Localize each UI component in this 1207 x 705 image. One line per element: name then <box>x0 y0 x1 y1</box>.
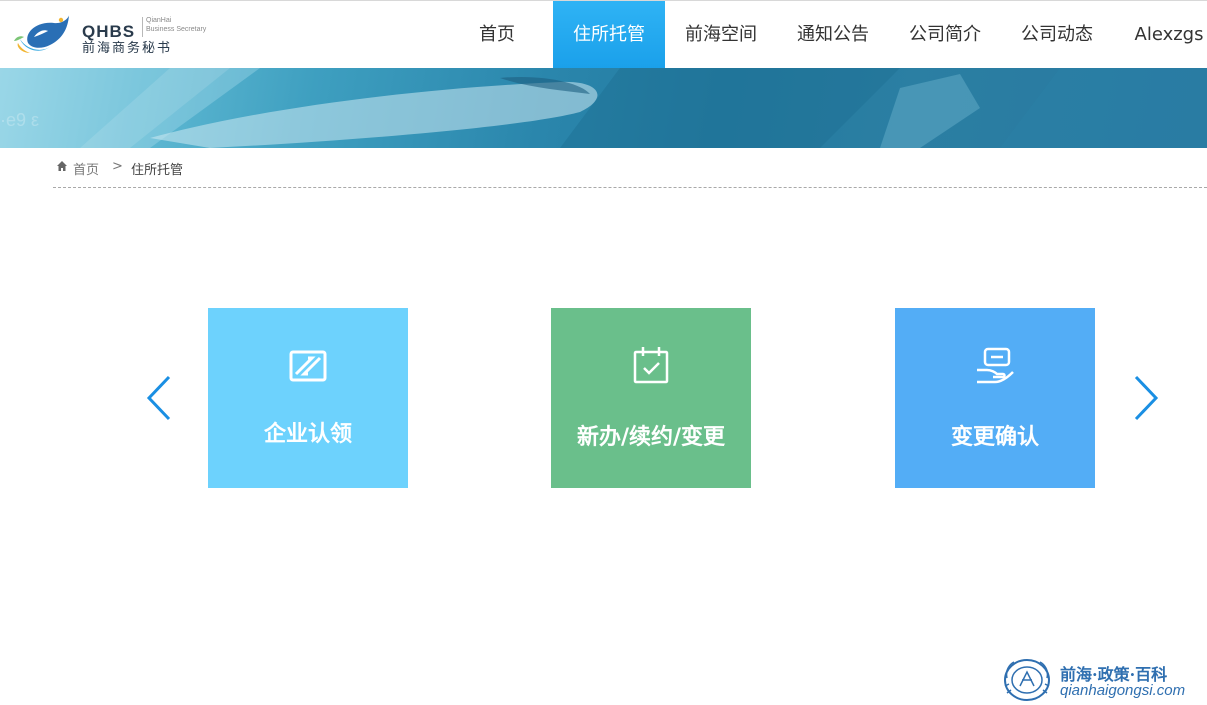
card-label: 新办/续约/变更 <box>551 424 751 452</box>
banner-image: ·e9 ε <box>0 68 1207 148</box>
logo-name-en-line2: Business Secretary <box>146 25 206 34</box>
refresh-card-icon <box>286 344 330 388</box>
card-new-renew-change[interactable]: 新办/续约/变更 <box>551 308 751 488</box>
nav-item-company-news[interactable]: 公司动态 <box>1001 1 1113 69</box>
card-label: 变更确认 <box>895 424 1095 452</box>
home-icon[interactable] <box>56 160 68 172</box>
breadcrumb-separator: > <box>112 159 123 174</box>
nav-item-home[interactable]: 首页 <box>441 1 553 69</box>
logo-mark-icon <box>14 13 72 57</box>
main-nav: 首页 住所托管 前海空间 通知公告 公司简介 公司动态 Alexzgs <box>441 1 1207 69</box>
svg-text:·e9 ε: ·e9 ε <box>0 110 39 130</box>
card-change-confirm[interactable]: 变更确认 <box>895 308 1095 488</box>
card-label: 企业认领 <box>208 421 408 449</box>
logo-abbr: QHBS <box>82 23 135 41</box>
chevron-right-icon[interactable] <box>1130 374 1160 422</box>
chevron-left-icon[interactable] <box>145 374 175 422</box>
nav-item-company-intro[interactable]: 公司简介 <box>889 1 1001 69</box>
breadcrumb: 首页 > 住所托管 <box>53 148 1207 188</box>
breadcrumb-home-link[interactable]: 首页 <box>73 159 99 178</box>
nav-item-qianhai-space[interactable]: 前海空间 <box>665 1 777 69</box>
hand-card-icon <box>973 344 1017 388</box>
calendar-check-icon <box>629 344 673 388</box>
card-enterprise-claim[interactable]: 企业认领 <box>208 308 408 488</box>
watermark-url: qianhaigongsi.com <box>1060 682 1185 699</box>
logo-name-en-line1: QianHai <box>146 16 171 25</box>
nav-item-notices[interactable]: 通知公告 <box>777 1 889 69</box>
site-logo[interactable]: QHBS 前海商务秘书 QianHai Business Secretary <box>14 11 224 59</box>
logo-name-cn: 前海商务秘书 <box>82 41 172 57</box>
logo-divider <box>142 17 143 37</box>
page-banner: ·e9 ε <box>0 68 1207 148</box>
site-watermark: 前海·政策·百科 qianhaigongsi.com <box>1002 656 1207 704</box>
breadcrumb-current: 住所托管 <box>131 159 183 178</box>
nav-item-user[interactable]: Alexzgs <box>1113 1 1207 69</box>
site-header: QHBS 前海商务秘书 QianHai Business Secretary 首… <box>0 0 1207 68</box>
seal-logo-icon <box>1002 658 1052 702</box>
nav-item-address-hosting[interactable]: 住所托管 <box>553 1 665 69</box>
